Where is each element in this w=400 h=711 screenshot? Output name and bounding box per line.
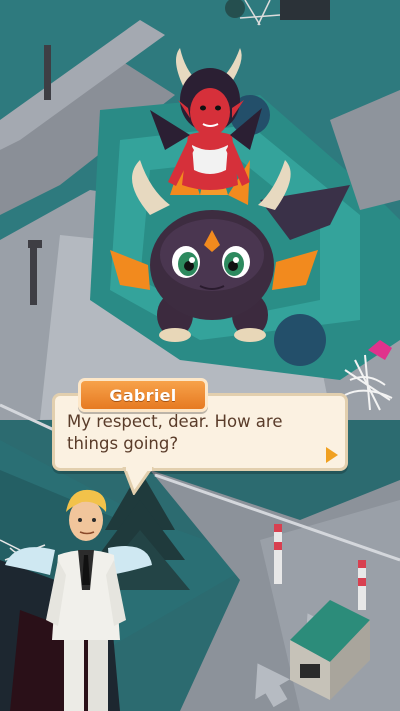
game-scene: [0, 0, 400, 711]
dialog-box[interactable]: Gabriel My respect, dear. How are things…: [52, 378, 348, 497]
dialog-text: My respect, dear. How are things going?: [67, 412, 283, 453]
shrub: [274, 314, 326, 366]
speaker-name-tab: Gabriel: [78, 378, 208, 412]
bubble-tail: [122, 467, 154, 495]
next-arrow-icon[interactable]: [326, 447, 338, 463]
speaker-name: Gabriel: [109, 385, 177, 405]
